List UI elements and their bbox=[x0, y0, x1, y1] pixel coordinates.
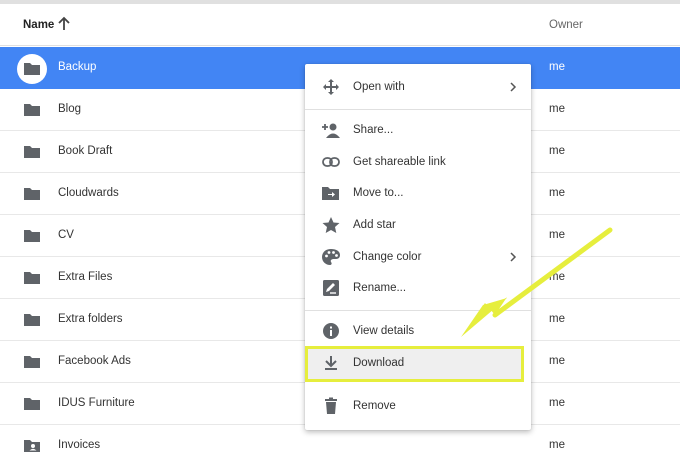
menu-item-download[interactable]: Download bbox=[305, 348, 524, 378]
menu-label: Remove bbox=[353, 400, 396, 412]
file-name: IDUS Furniture bbox=[58, 397, 135, 409]
menu-item-move-to[interactable]: Move to... bbox=[305, 178, 531, 208]
add-person-icon bbox=[322, 123, 340, 138]
download-icon bbox=[325, 356, 337, 370]
menu-item-remove[interactable]: Remove bbox=[305, 391, 531, 421]
list-header: Name Owner bbox=[0, 4, 680, 46]
file-owner: me bbox=[549, 355, 565, 367]
info-icon bbox=[323, 323, 339, 339]
folder-icon bbox=[24, 272, 40, 284]
menu-label: Move to... bbox=[353, 187, 404, 199]
folder-icon bbox=[24, 230, 40, 242]
menu-label: View details bbox=[353, 325, 415, 337]
name-column-header[interactable]: Name bbox=[23, 19, 54, 31]
menu-label: Change color bbox=[353, 251, 422, 263]
folder-icon bbox=[24, 188, 40, 200]
file-owner: me bbox=[549, 187, 565, 199]
menu-item-open-with[interactable]: Open with bbox=[305, 72, 531, 102]
owner-column-header[interactable]: Owner bbox=[549, 19, 583, 31]
trash-icon bbox=[325, 397, 337, 414]
folder-icon bbox=[24, 146, 40, 158]
menu-item-get-link[interactable]: Get shareable link bbox=[305, 147, 531, 177]
menu-label: Share... bbox=[353, 124, 394, 136]
menu-label: Open with bbox=[353, 81, 405, 93]
star-icon bbox=[322, 217, 340, 233]
menu-label: Download bbox=[353, 357, 405, 369]
file-owner: me bbox=[549, 61, 565, 73]
file-name: Blog bbox=[58, 103, 82, 115]
file-name: Book Draft bbox=[58, 145, 113, 157]
file-name: Facebook Ads bbox=[58, 355, 131, 367]
shared-folder-icon bbox=[24, 440, 40, 452]
arrow-up-icon[interactable] bbox=[57, 16, 71, 32]
folder-icon bbox=[24, 104, 40, 116]
file-name: Cloudwards bbox=[58, 187, 119, 199]
file-name: Extra Files bbox=[58, 271, 113, 283]
folder-icon bbox=[24, 63, 40, 75]
file-owner: me bbox=[549, 397, 565, 409]
file-owner: me bbox=[549, 145, 565, 157]
menu-label: Get shareable link bbox=[353, 156, 446, 168]
table-row[interactable]: Invoices me bbox=[0, 425, 680, 461]
link-icon bbox=[322, 157, 340, 167]
file-owner: me bbox=[549, 103, 565, 115]
file-name: CV bbox=[58, 229, 74, 241]
file-owner: me bbox=[549, 439, 565, 451]
menu-divider bbox=[305, 109, 531, 110]
file-name: Backup bbox=[58, 61, 97, 73]
folder-icon bbox=[24, 314, 40, 326]
move-arrows-icon bbox=[323, 79, 339, 95]
menu-label: Rename... bbox=[353, 282, 407, 294]
menu-item-share[interactable]: Share... bbox=[305, 115, 531, 145]
file-name: Extra folders bbox=[58, 313, 123, 325]
palette-icon bbox=[322, 249, 340, 265]
annotation-arrow bbox=[461, 227, 613, 337]
folder-move-icon bbox=[322, 187, 339, 200]
chevron-right-icon bbox=[510, 82, 517, 92]
folder-icon bbox=[24, 398, 40, 410]
selection-circle bbox=[17, 54, 47, 84]
rename-icon bbox=[323, 280, 339, 296]
file-name: Invoices bbox=[58, 439, 101, 451]
folder-icon bbox=[24, 356, 40, 368]
menu-label: Add star bbox=[353, 219, 396, 231]
